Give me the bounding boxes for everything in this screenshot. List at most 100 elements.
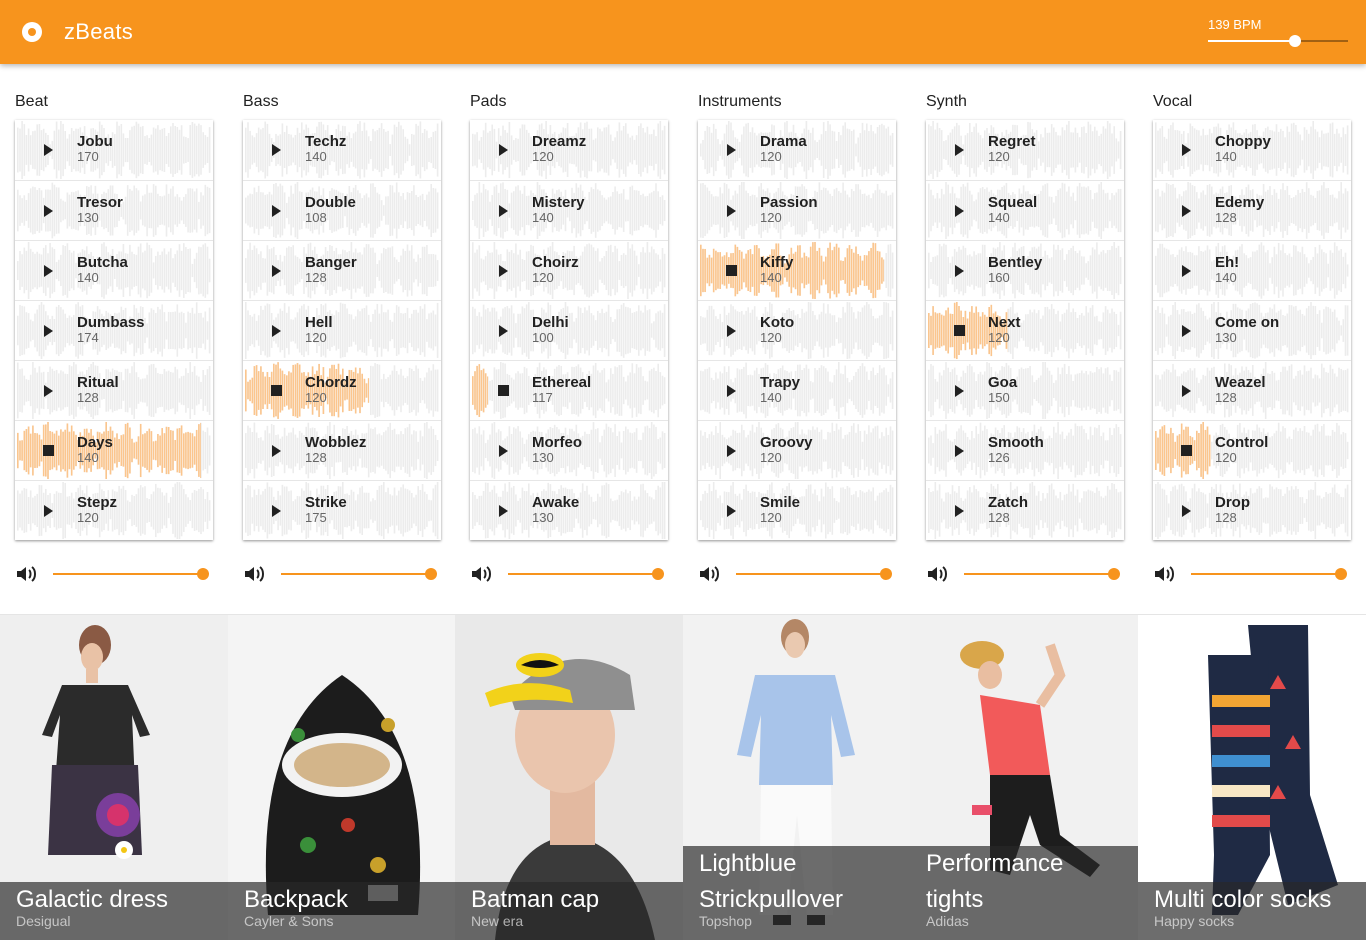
play-button[interactable] xyxy=(724,503,740,519)
loop-item[interactable]: Chordz 120 xyxy=(243,360,441,420)
play-button[interactable] xyxy=(952,142,968,158)
volume-icon[interactable] xyxy=(15,565,37,583)
play-button[interactable] xyxy=(1179,383,1195,399)
loop-item[interactable]: Ritual 128 xyxy=(15,360,213,420)
loop-item[interactable]: Bentley 160 xyxy=(926,240,1124,300)
loop-item[interactable]: Delhi 100 xyxy=(470,300,668,360)
loop-item[interactable]: Control 120 xyxy=(1153,420,1351,480)
play-button[interactable] xyxy=(496,263,512,279)
loop-item[interactable]: Choirz 120 xyxy=(470,240,668,300)
product-tile[interactable]: Lightblue Strickpullover Topshop xyxy=(683,615,911,940)
volume-slider-thumb[interactable] xyxy=(880,568,892,580)
volume-icon[interactable] xyxy=(1153,565,1175,583)
play-button[interactable] xyxy=(41,383,57,399)
play-button[interactable] xyxy=(724,443,740,459)
product-tile[interactable]: Batman cap New era xyxy=(455,615,683,940)
loop-item[interactable]: Groovy 120 xyxy=(698,420,896,480)
play-button[interactable] xyxy=(1179,263,1195,279)
volume-control[interactable] xyxy=(1153,564,1351,584)
loop-item[interactable]: Tresor 130 xyxy=(15,180,213,240)
play-button[interactable] xyxy=(269,503,285,519)
loop-item[interactable]: Stepz 120 xyxy=(15,480,213,540)
product-tile[interactable]: Galactic dress Desigual xyxy=(0,615,228,940)
product-tile[interactable]: Multi color socks Happy socks xyxy=(1138,615,1366,940)
play-button[interactable] xyxy=(952,203,968,219)
loop-item[interactable]: Morfeo 130 xyxy=(470,420,668,480)
play-button[interactable] xyxy=(41,263,57,279)
loop-item[interactable]: Smile 120 xyxy=(698,480,896,540)
volume-control[interactable] xyxy=(15,564,213,584)
loop-item[interactable]: Trapy 140 xyxy=(698,360,896,420)
volume-slider-thumb[interactable] xyxy=(1335,568,1347,580)
play-button[interactable] xyxy=(952,263,968,279)
volume-icon[interactable] xyxy=(243,565,265,583)
play-button[interactable] xyxy=(496,323,512,339)
loop-item[interactable]: Butcha 140 xyxy=(15,240,213,300)
loop-item[interactable]: Weazel 128 xyxy=(1153,360,1351,420)
play-button[interactable] xyxy=(41,142,57,158)
play-button[interactable] xyxy=(724,203,740,219)
stop-button[interactable] xyxy=(41,443,57,459)
volume-slider-track[interactable] xyxy=(53,573,203,575)
loop-item[interactable]: Dreamz 120 xyxy=(470,120,668,180)
loop-item[interactable]: Days 140 xyxy=(15,420,213,480)
play-button[interactable] xyxy=(724,323,740,339)
volume-slider-track[interactable] xyxy=(1191,573,1341,575)
loop-item[interactable]: Hell 120 xyxy=(243,300,441,360)
play-button[interactable] xyxy=(952,383,968,399)
volume-slider-track[interactable] xyxy=(964,573,1114,575)
loop-item[interactable]: Smooth 126 xyxy=(926,420,1124,480)
loop-item[interactable]: Koto 120 xyxy=(698,300,896,360)
stop-button[interactable] xyxy=(952,323,968,339)
play-button[interactable] xyxy=(41,203,57,219)
play-button[interactable] xyxy=(41,503,57,519)
volume-control[interactable] xyxy=(926,564,1124,584)
loop-item[interactable]: Dumbass 174 xyxy=(15,300,213,360)
play-button[interactable] xyxy=(1179,323,1195,339)
bpm-slider[interactable] xyxy=(1208,35,1348,47)
volume-control[interactable] xyxy=(698,564,896,584)
volume-slider-thumb[interactable] xyxy=(425,568,437,580)
play-button[interactable] xyxy=(269,323,285,339)
play-button[interactable] xyxy=(496,203,512,219)
volume-slider-track[interactable] xyxy=(281,573,431,575)
play-button[interactable] xyxy=(269,443,285,459)
stop-button[interactable] xyxy=(724,263,740,279)
loop-item[interactable]: Ethereal 117 xyxy=(470,360,668,420)
loop-item[interactable]: Eh! 140 xyxy=(1153,240,1351,300)
loop-item[interactable]: Wobblez 128 xyxy=(243,420,441,480)
loop-item[interactable]: Jobu 170 xyxy=(15,120,213,180)
play-button[interactable] xyxy=(952,443,968,459)
volume-icon[interactable] xyxy=(926,565,948,583)
loop-item[interactable]: Drop 128 xyxy=(1153,480,1351,540)
volume-slider-thumb[interactable] xyxy=(1108,568,1120,580)
loop-item[interactable]: Edemy 128 xyxy=(1153,180,1351,240)
volume-control[interactable] xyxy=(243,564,441,584)
play-button[interactable] xyxy=(496,142,512,158)
loop-item[interactable]: Choppy 140 xyxy=(1153,120,1351,180)
play-button[interactable] xyxy=(1179,503,1195,519)
volume-icon[interactable] xyxy=(470,565,492,583)
stop-button[interactable] xyxy=(269,383,285,399)
loop-item[interactable]: Come on 130 xyxy=(1153,300,1351,360)
bpm-slider-thumb[interactable] xyxy=(1289,35,1301,47)
loop-item[interactable]: Zatch 128 xyxy=(926,480,1124,540)
play-button[interactable] xyxy=(952,503,968,519)
record-icon[interactable] xyxy=(22,22,42,42)
volume-slider-track[interactable] xyxy=(508,573,658,575)
loop-item[interactable]: Strike 175 xyxy=(243,480,441,540)
loop-item[interactable]: Next 120 xyxy=(926,300,1124,360)
loop-item[interactable]: Goa 150 xyxy=(926,360,1124,420)
loop-item[interactable]: Regret 120 xyxy=(926,120,1124,180)
play-button[interactable] xyxy=(724,383,740,399)
stop-button[interactable] xyxy=(496,383,512,399)
volume-icon[interactable] xyxy=(698,565,720,583)
play-button[interactable] xyxy=(496,443,512,459)
play-button[interactable] xyxy=(41,323,57,339)
volume-slider-thumb[interactable] xyxy=(197,568,209,580)
loop-item[interactable]: Awake 130 xyxy=(470,480,668,540)
product-tile[interactable]: Backpack Cayler & Sons xyxy=(228,615,456,940)
play-button[interactable] xyxy=(1179,203,1195,219)
product-tile[interactable]: Performance tights Adidas xyxy=(910,615,1138,940)
loop-item[interactable]: Kiffy 140 xyxy=(698,240,896,300)
